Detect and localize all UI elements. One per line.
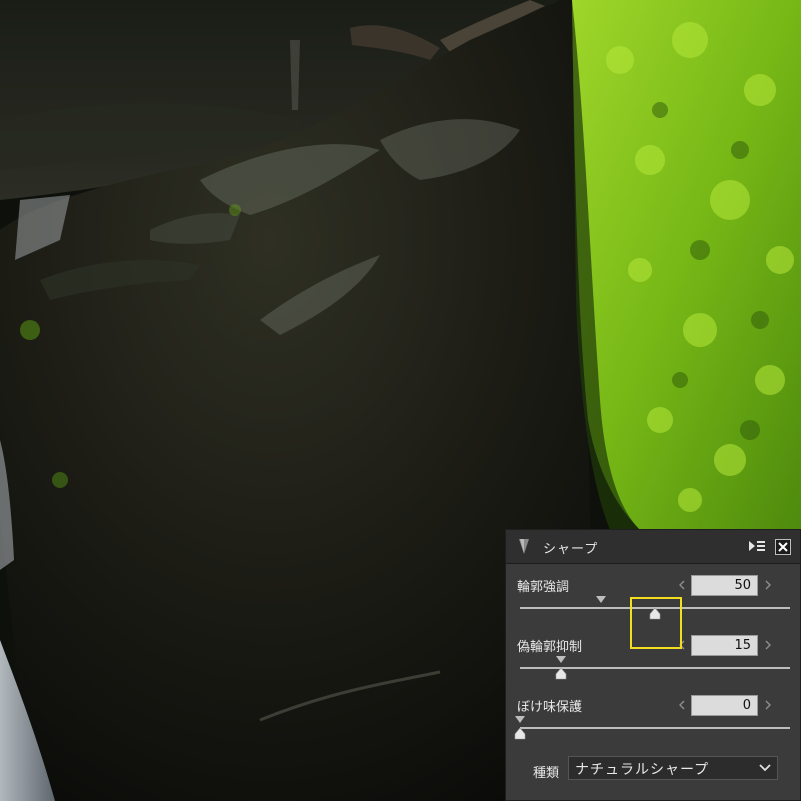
default-marker-icon: [555, 656, 566, 663]
slider-label: 偽輪郭抑制: [517, 640, 583, 655]
panel-menu-icon[interactable]: [749, 540, 765, 552]
type-select-value: ナチュラルシャープ: [575, 762, 710, 778]
panel-title: シャープ: [543, 542, 599, 557]
slider-label: 輪郭強調: [517, 580, 570, 595]
default-marker-icon: [596, 596, 606, 603]
type-select[interactable]: ナチュラルシャープ: [568, 756, 778, 780]
increment-arrow-icon[interactable]: [762, 638, 774, 652]
type-row: 種類 ナチュラルシャープ: [506, 752, 801, 792]
close-button[interactable]: [775, 539, 791, 555]
slider-row-bokeh-protect: ぼけ味保護 0: [506, 684, 801, 744]
increment-arrow-icon[interactable]: [762, 698, 774, 712]
close-icon: [778, 542, 788, 552]
slider-thumb[interactable]: [555, 668, 567, 680]
value-input[interactable]: 0: [691, 695, 758, 716]
increment-arrow-icon[interactable]: [762, 578, 774, 592]
highlight-box: [630, 597, 682, 649]
default-marker-icon: [515, 716, 525, 723]
chevron-down-icon: [759, 764, 771, 772]
slider-thumb[interactable]: [514, 728, 526, 740]
slider-label: ぼけ味保護: [517, 700, 583, 715]
decrement-arrow-icon[interactable]: [676, 578, 688, 592]
sharpen-panel: シャープ 輪郭強調 50 偽輪郭抑制 15 ぼけ味保護 0 種類 ナチュラルシャ…: [505, 529, 801, 801]
slider-track[interactable]: [520, 727, 790, 729]
type-label: 種類: [533, 766, 560, 781]
value-input[interactable]: 15: [691, 635, 758, 656]
decrement-arrow-icon[interactable]: [676, 698, 688, 712]
value-input[interactable]: 50: [691, 575, 758, 596]
collapse-triangle-icon[interactable]: [519, 539, 529, 554]
panel-header: シャープ: [506, 530, 800, 564]
